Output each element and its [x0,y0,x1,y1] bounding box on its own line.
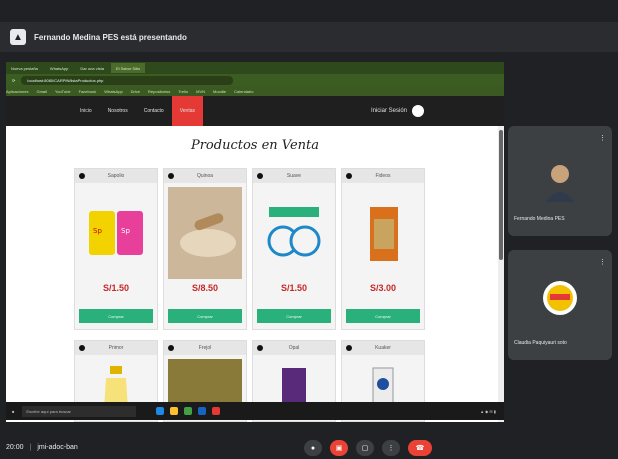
end-call-icon[interactable]: ☎ [408,440,432,456]
participant-tile: ⋮ Fernando Medina PES [508,126,612,236]
bookmark-item[interactable]: WhatsApp [104,89,122,94]
bookmark-item[interactable]: Drive [131,89,140,94]
system-tray: ▲ ◆ ✉ ▮ [480,408,496,414]
present-screen-icon[interactable]: ▢ [356,440,374,456]
presenter-icon: ▲ [10,29,26,45]
product-grid: Sapolio Sp Sp S/1.50 Comprar Quinoa S/8.5… [74,168,504,422]
product-image [257,187,331,279]
participant-tile: ⋮ Claudia Paquiyauri soto [508,250,612,360]
taskbar-app-icon[interactable] [184,407,193,415]
product-name: Fideos [375,173,391,179]
product-price: S/8.50 [191,283,219,293]
address-bar[interactable]: localhost:8080/CARPIN/listaProductos.php [21,75,234,85]
product-image [168,187,242,279]
nav-inicio[interactable]: Inicio [72,96,100,126]
participant-name: Claudia Paquiyauri soto [514,340,567,346]
taskbar-app-icon[interactable] [198,407,207,415]
participant-avatar [543,281,577,315]
product-name: Frejol [198,345,212,351]
product-name: Suave [286,173,302,179]
product-card: Fideos S/3.00 Comprar [341,168,425,330]
more-options-icon[interactable]: ⋮ [599,134,606,142]
nav-contacto[interactable]: Contacto [136,96,172,126]
site-navbar: Inicio Nosotros Contacto Ventas Iniciar … [6,96,504,126]
product-card: Sapolio Sp Sp S/1.50 Comprar [74,168,158,330]
more-options-icon[interactable]: ⋮ [599,258,606,266]
clock: 20:00 [6,444,24,451]
participant-avatar [546,165,574,202]
separator: | [29,444,32,451]
browser-tab[interactable]: Dar una vista [75,63,109,73]
bookmark-item[interactable]: Calendario [234,89,253,94]
browser-tab[interactable]: WhatsApp [45,63,73,73]
scrollbar-thumb[interactable] [499,130,503,260]
address-bar-row: ⟳ localhost:8080/CARPIN/listaProductos.p… [6,74,504,86]
svg-text:Sp: Sp [93,227,102,235]
login-label: Iniciar Sesión [370,108,407,114]
bookmark-item[interactable]: YouTube [55,89,71,94]
product-name: Quinoa [196,173,214,179]
meeting-code: jmi-adoc-ban [37,444,78,451]
participant-name: Fernando Medina PES [514,216,565,222]
browser-tab-bar: Nueva pestaña WhatsApp Dar una vista El … [6,62,504,74]
buy-button[interactable]: Comprar [79,309,153,323]
bookmark-item[interactable]: Trello [178,89,188,94]
taskbar-search[interactable]: Escribe aquí para buscar [22,405,137,417]
product-name: Sapolio [107,173,125,179]
buy-button[interactable]: Comprar [257,309,331,323]
nav-ventas[interactable]: Ventas [171,96,204,126]
product-name: Primor [108,345,124,351]
shared-screen: Nueva pestaña WhatsApp Dar una vista El … [6,62,504,422]
product-price: S/1.50 [102,283,130,293]
product-price: S/3.00 [369,283,397,293]
product-image: Sp Sp [79,187,153,279]
product-image [346,187,420,279]
product-price: S/1.50 [280,283,308,293]
microphone-icon[interactable]: ● [304,440,322,456]
bookmark-item[interactable]: Moodle [213,89,226,94]
camera-off-icon[interactable]: ▣ [330,440,348,456]
bookmark-item[interactable]: MVN [196,89,205,94]
login-link[interactable]: Iniciar Sesión [371,96,424,126]
bookmark-item[interactable]: Aplicaciones [6,89,28,94]
user-icon [412,105,424,117]
browser-tab[interactable]: Nueva pestaña [6,63,43,73]
top-strip [0,0,618,22]
buy-button[interactable]: Comprar [168,309,242,323]
bookmark-item[interactable]: Repositorios [148,89,170,94]
page-title: Productos en Venta [190,138,320,153]
taskbar-app-icon[interactable] [156,407,165,415]
browser-tab-active[interactable]: El Sabor Sitio [110,63,146,73]
product-card: Suave S/1.50 Comprar [252,168,336,330]
taskbar-app-icon[interactable] [170,407,179,415]
product-name: Opal [288,345,300,351]
product-card: Quinoa S/8.50 Comprar [163,168,247,330]
bookmark-item[interactable]: Gmail [36,89,46,94]
buy-button[interactable]: Comprar [346,309,420,323]
bookmarks-bar: Aplicaciones Gmail YouTube Facebook What… [6,86,504,96]
windows-start-icon[interactable]: ■ [12,409,14,414]
call-controls: ● ▣ ▢ ⋮ ☎ [304,440,440,456]
presenting-banner: ▲ Fernando Medina PES está presentando [0,22,618,52]
bookmark-item[interactable]: Facebook [79,89,97,94]
page-scrollbar[interactable] [498,126,504,422]
product-name: Kuaker [375,345,391,351]
presenting-text: Fernando Medina PES está presentando [34,32,187,42]
reload-icon[interactable]: ⟳ [12,78,15,83]
nav-nosotros[interactable]: Nosotros [100,96,136,126]
taskbar-app-icon[interactable] [212,407,221,415]
svg-text:Sp: Sp [121,227,130,235]
windows-taskbar: ■ Escribe aquí para buscar ▲ ◆ ✉ ▮ [6,402,504,420]
more-options-icon[interactable]: ⋮ [382,440,400,456]
